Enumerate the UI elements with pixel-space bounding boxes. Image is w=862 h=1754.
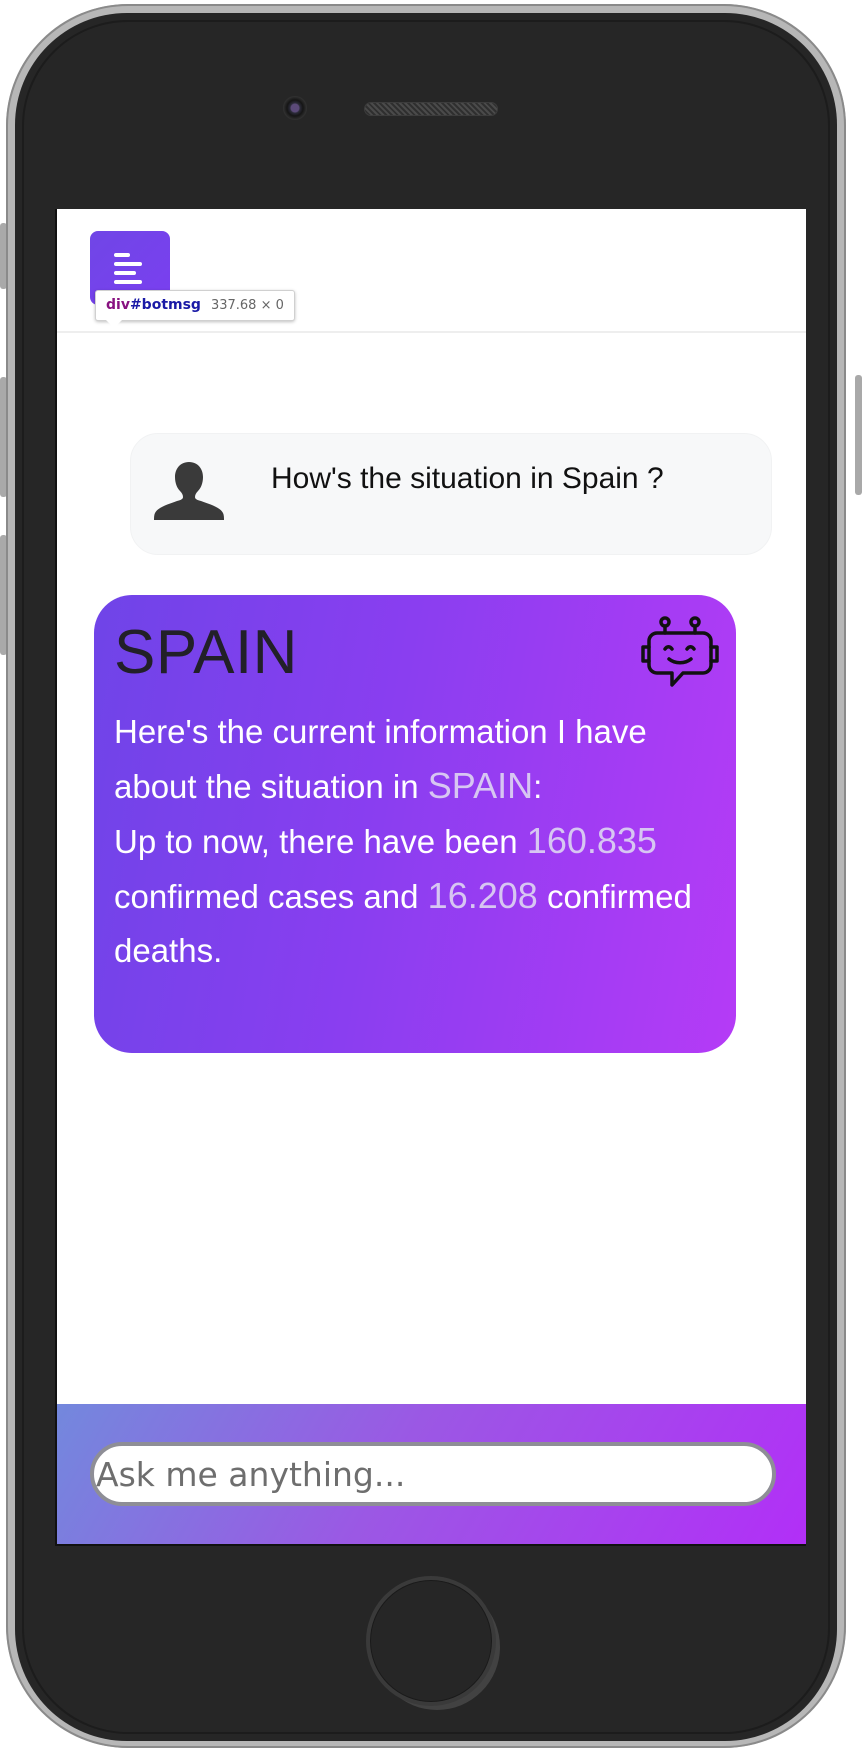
menu-lines-icon (114, 253, 146, 285)
devtools-dimensions: 337.68 × 0 (210, 298, 284, 313)
bot-line-2: Up to now, there have been (114, 823, 527, 860)
bot-message-text: Here's the current information I have ab… (114, 705, 714, 978)
confirmed-cases-value: 160.835 (526, 820, 657, 861)
bot-line-3: confirmed cases and (114, 878, 428, 915)
user-silhouette-icon (154, 462, 224, 520)
devtools-inspector-tooltip: div#botmsg 337.68 × 0 (95, 290, 295, 328)
chat-input-bar (57, 1404, 806, 1544)
user-message-bubble: How's the situation in Spain ? (130, 433, 772, 555)
app-header: div#botmsg 337.68 × 0 (57, 209, 806, 333)
bot-colon: : (533, 768, 543, 805)
earpiece-speaker (364, 102, 498, 116)
front-camera (283, 96, 307, 120)
confirmed-deaths-value: 16.208 (427, 875, 538, 916)
bot-country-title: SPAIN (114, 618, 298, 687)
bot-line-1: Here's the current information I have ab… (114, 713, 647, 805)
devtools-id: #botmsg (129, 297, 201, 313)
user-message-text: How's the situation in Spain ? (271, 462, 664, 495)
home-button (366, 1576, 496, 1706)
bot-country-inline: SPAIN (427, 765, 534, 806)
robot-chat-icon (641, 616, 719, 687)
chat-input[interactable] (90, 1442, 776, 1506)
power-button (855, 375, 862, 495)
devtools-tag: div (106, 297, 130, 313)
phone-screen: div#botmsg 337.68 × 0 How's the situation… (55, 209, 806, 1546)
bot-message-bubble: SPAIN Here's the current information I h… (94, 595, 736, 1053)
